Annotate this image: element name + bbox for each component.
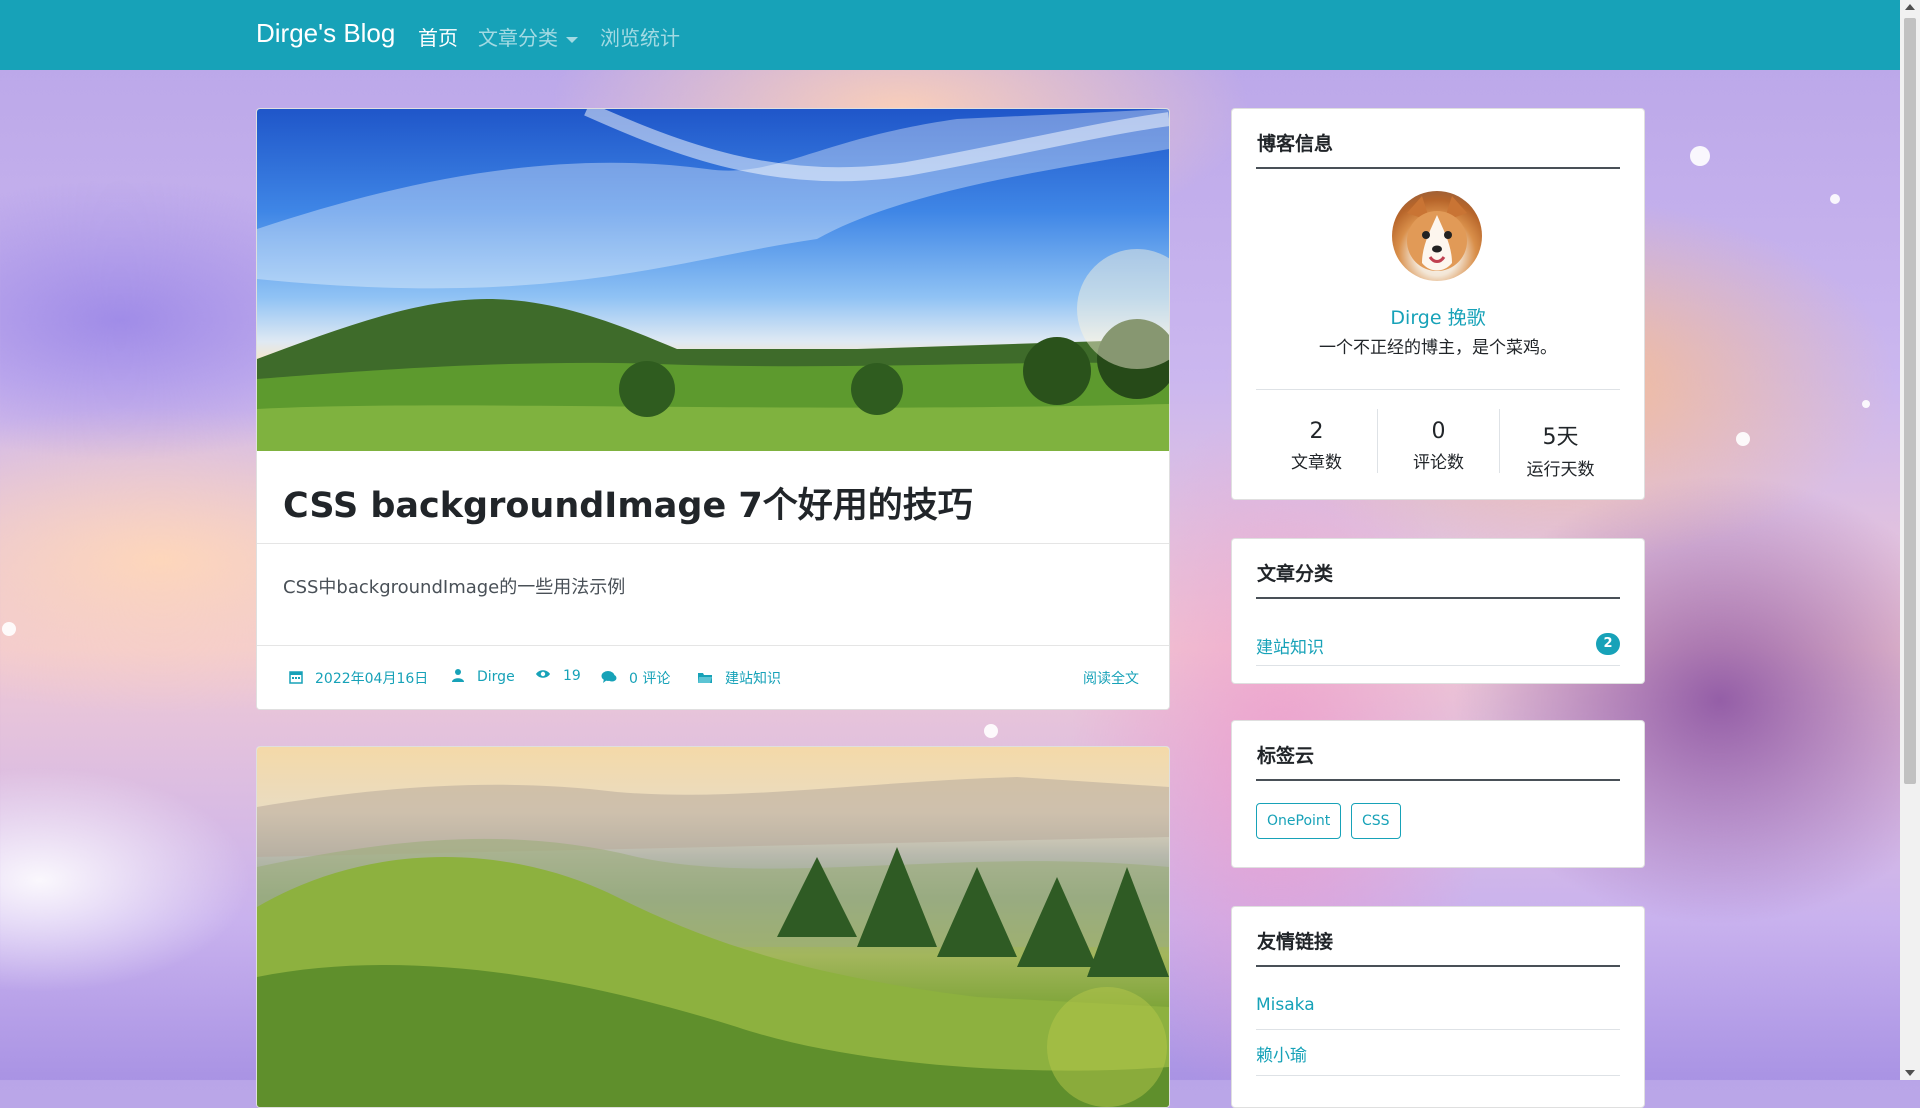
nav-categories-label: 文章分类 (478, 26, 558, 50)
categories-heading: 文章分类 (1257, 563, 1334, 585)
post-card: CSS backgroundImage 7个好用的技巧 CSS中backgrou… (256, 108, 1170, 710)
eye-icon (535, 668, 551, 684)
avatar[interactable] (1392, 191, 1482, 281)
post-comments[interactable]: 0 评论 (601, 668, 670, 688)
divider (1256, 389, 1620, 390)
stat-label: 运行天数 (1526, 460, 1595, 480)
post-meta-bar: 2022年04月16日 Dirge 19 0 评论 建站知识 阅读全文 (257, 645, 1169, 709)
corgi-avatar-icon (1407, 196, 1467, 271)
calendar-icon (289, 670, 303, 688)
tag-cloud-card: 标签云 OnePoint CSS (1231, 720, 1645, 868)
landscape-illustration (257, 109, 1169, 451)
divider (1256, 597, 1620, 599)
post-cover-image[interactable] (257, 109, 1169, 451)
tag-cloud-heading: 标签云 (1257, 745, 1315, 767)
stat-comments: 0 评论数 (1378, 419, 1499, 473)
scroll-up-icon[interactable] (1905, 4, 1915, 10)
author-name[interactable]: Dirge 挽歌 (1232, 303, 1644, 330)
author-bio: 一个不正经的博主，是个菜鸡。 (1319, 338, 1557, 358)
post-cover-image[interactable] (257, 747, 1169, 1107)
stat-uptime: 5天 运行天数 (1500, 419, 1621, 480)
friend-link[interactable]: Misaka (1256, 983, 1620, 1030)
divider (1256, 167, 1620, 169)
friend-link-label: 赖小瑜 (1256, 1046, 1307, 1066)
stat-posts: 2 文章数 (1256, 419, 1377, 473)
post-views: 19 (535, 668, 581, 684)
categories-card: 文章分类 建站知识 2 (1231, 538, 1645, 684)
background-sparkle (984, 724, 998, 738)
post-comments-text: 0 评论 (629, 671, 671, 687)
folder-icon (697, 671, 713, 688)
divider (257, 543, 1169, 544)
stat-label: 评论数 (1413, 453, 1464, 473)
caret-down-icon (566, 36, 578, 43)
comment-icon (601, 670, 617, 688)
post-title[interactable]: CSS backgroundImage 7个好用的技巧 (283, 477, 973, 528)
stat-value: 0 (1431, 419, 1446, 444)
stat-label: 文章数 (1291, 453, 1342, 473)
read-more-link[interactable]: 阅读全文 (1083, 668, 1139, 688)
post-category[interactable]: 建站知识 (697, 668, 781, 688)
post-category-text: 建站知识 (725, 671, 781, 687)
top-navbar: Dirge's Blog 首页 文章分类 浏览统计 (0, 0, 1900, 70)
post-summary: CSS中backgroundImage的一些用法示例 (283, 577, 626, 598)
background-sparkle (1830, 194, 1840, 204)
friend-links-heading: 友情链接 (1257, 931, 1334, 953)
divider (1256, 779, 1620, 781)
stat-value: 5天 (1542, 425, 1579, 450)
post-views-text: 19 (563, 668, 581, 684)
post-date-text: 2022年04月16日 (315, 671, 429, 687)
blog-info-heading: 博客信息 (1257, 133, 1334, 155)
tag-css[interactable]: CSS (1351, 803, 1401, 839)
landscape-illustration (257, 777, 1169, 1107)
nav-categories-dropdown[interactable]: 文章分类 (478, 22, 578, 51)
scroll-down-icon[interactable] (1905, 1070, 1915, 1076)
background-sparkle (2, 622, 16, 636)
user-icon (451, 668, 465, 686)
category-label: 建站知识 (1256, 638, 1324, 658)
stat-value: 2 (1309, 419, 1324, 444)
tag-onepoint[interactable]: OnePoint (1256, 803, 1342, 839)
post-card (256, 746, 1170, 1108)
background-sparkle (1862, 400, 1870, 408)
background-sparkle (1736, 432, 1750, 446)
friend-link-label: Misaka (1256, 995, 1315, 1015)
brand-logo[interactable]: Dirge's Blog (256, 18, 395, 49)
nav-stats[interactable]: 浏览统计 (600, 22, 680, 51)
friend-links-card: 友情链接 Misaka 赖小瑜 (1231, 906, 1645, 1108)
category-item[interactable]: 建站知识 2 (1256, 623, 1620, 666)
post-author[interactable]: Dirge (451, 668, 515, 686)
page-scrollbar[interactable] (1900, 0, 1920, 1080)
background-sparkle (1690, 146, 1710, 166)
divider (1256, 965, 1620, 967)
post-author-text: Dirge (477, 669, 515, 685)
post-date: 2022年04月16日 (289, 668, 428, 688)
scrollbar-thumb[interactable] (1904, 18, 1916, 784)
blog-info-card: 博客信息 Dirge 挽歌 一个不正经的博主，是个菜鸡。 2 文章数 0 评论数… (1231, 108, 1645, 500)
friend-link[interactable]: 赖小瑜 (1256, 1029, 1620, 1076)
category-count-badge: 2 (1596, 633, 1620, 655)
nav-home[interactable]: 首页 (418, 22, 458, 51)
